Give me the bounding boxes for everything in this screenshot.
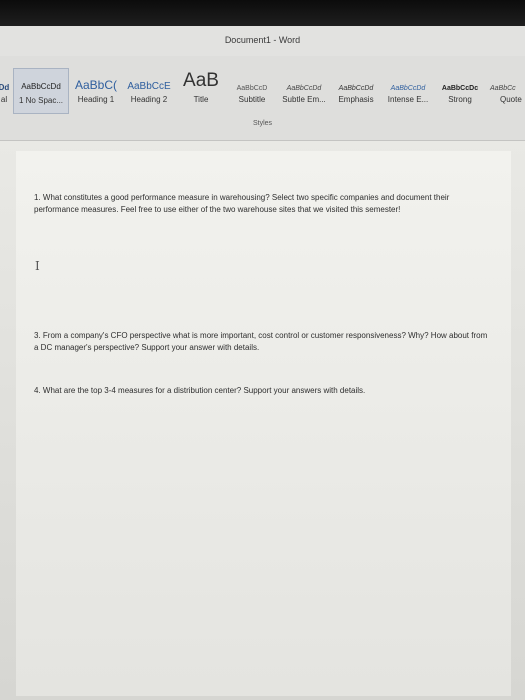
style-normal-partial[interactable]: Dd al bbox=[0, 68, 12, 114]
style-label: al bbox=[0, 95, 8, 104]
text-cursor-ibeam: I bbox=[35, 259, 40, 273]
style-intense-emphasis[interactable]: AaBbCcDd Intense E... bbox=[382, 68, 434, 114]
style-preview: AaB bbox=[183, 70, 219, 91]
style-preview: AaBbCcDd bbox=[21, 82, 61, 91]
style-preview: AaBbCcDd bbox=[286, 85, 322, 92]
style-label: Heading 2 bbox=[130, 95, 168, 104]
style-label: Emphasis bbox=[338, 95, 374, 104]
style-preview: AaBbC( bbox=[74, 78, 118, 92]
style-label: Subtle Em... bbox=[282, 95, 326, 104]
ribbon: Dd al AaBbCcDd 1 No Spac... AaBbC( Headi… bbox=[0, 56, 525, 141]
title-bar: Document1 - Word bbox=[0, 26, 525, 56]
document-page[interactable]: 1. What constitutes a good performance m… bbox=[16, 151, 511, 696]
window-title: Document1 - Word bbox=[224, 35, 301, 45]
styles-gallery: Dd al AaBbCcDd 1 No Spac... AaBbC( Headi… bbox=[0, 68, 525, 114]
style-label: Heading 1 bbox=[77, 95, 115, 104]
monitor-bezel bbox=[0, 0, 525, 26]
style-preview: Dd bbox=[0, 83, 10, 92]
style-preview: AaBbCcDc bbox=[441, 85, 479, 92]
style-preview: AaBbCc bbox=[490, 85, 516, 92]
style-title[interactable]: AaB Title bbox=[176, 68, 226, 114]
style-subtitle[interactable]: AaBbCcD Subtitle bbox=[227, 68, 277, 114]
style-heading-2[interactable]: AaBbCcE Heading 2 bbox=[123, 68, 175, 114]
document-area[interactable]: 1. What constitutes a good performance m… bbox=[0, 141, 525, 700]
style-heading-1[interactable]: AaBbC( Heading 1 bbox=[70, 68, 122, 114]
style-emphasis[interactable]: AaBbCcDd Emphasis bbox=[331, 68, 381, 114]
question-4[interactable]: 4. What are the top 3-4 measures for a d… bbox=[34, 385, 489, 397]
question-3[interactable]: 3. From a company's CFO perspective what… bbox=[34, 330, 489, 354]
style-preview: AaBbCcD bbox=[236, 85, 268, 92]
style-label: Intense E... bbox=[387, 95, 429, 104]
style-label: 1 No Spac... bbox=[18, 96, 64, 105]
style-strong[interactable]: AaBbCcDc Strong bbox=[435, 68, 485, 114]
style-label: Strong bbox=[448, 95, 472, 104]
style-preview: AaBbCcDd bbox=[390, 85, 426, 92]
style-preview: AaBbCcDd bbox=[338, 85, 374, 92]
question-1[interactable]: 1. What constitutes a good performance m… bbox=[34, 192, 489, 216]
style-label: Quote bbox=[500, 95, 522, 104]
style-subtle-emphasis[interactable]: AaBbCcDd Subtle Em... bbox=[278, 68, 330, 114]
style-no-spacing[interactable]: AaBbCcDd 1 No Spac... bbox=[13, 68, 69, 114]
style-label: Subtitle bbox=[238, 95, 266, 104]
styles-group-label: Styles bbox=[252, 120, 273, 127]
style-preview: AaBbCcE bbox=[127, 81, 171, 92]
style-quote[interactable]: AaBbCc Quote bbox=[486, 68, 525, 114]
style-label: Title bbox=[193, 95, 209, 104]
